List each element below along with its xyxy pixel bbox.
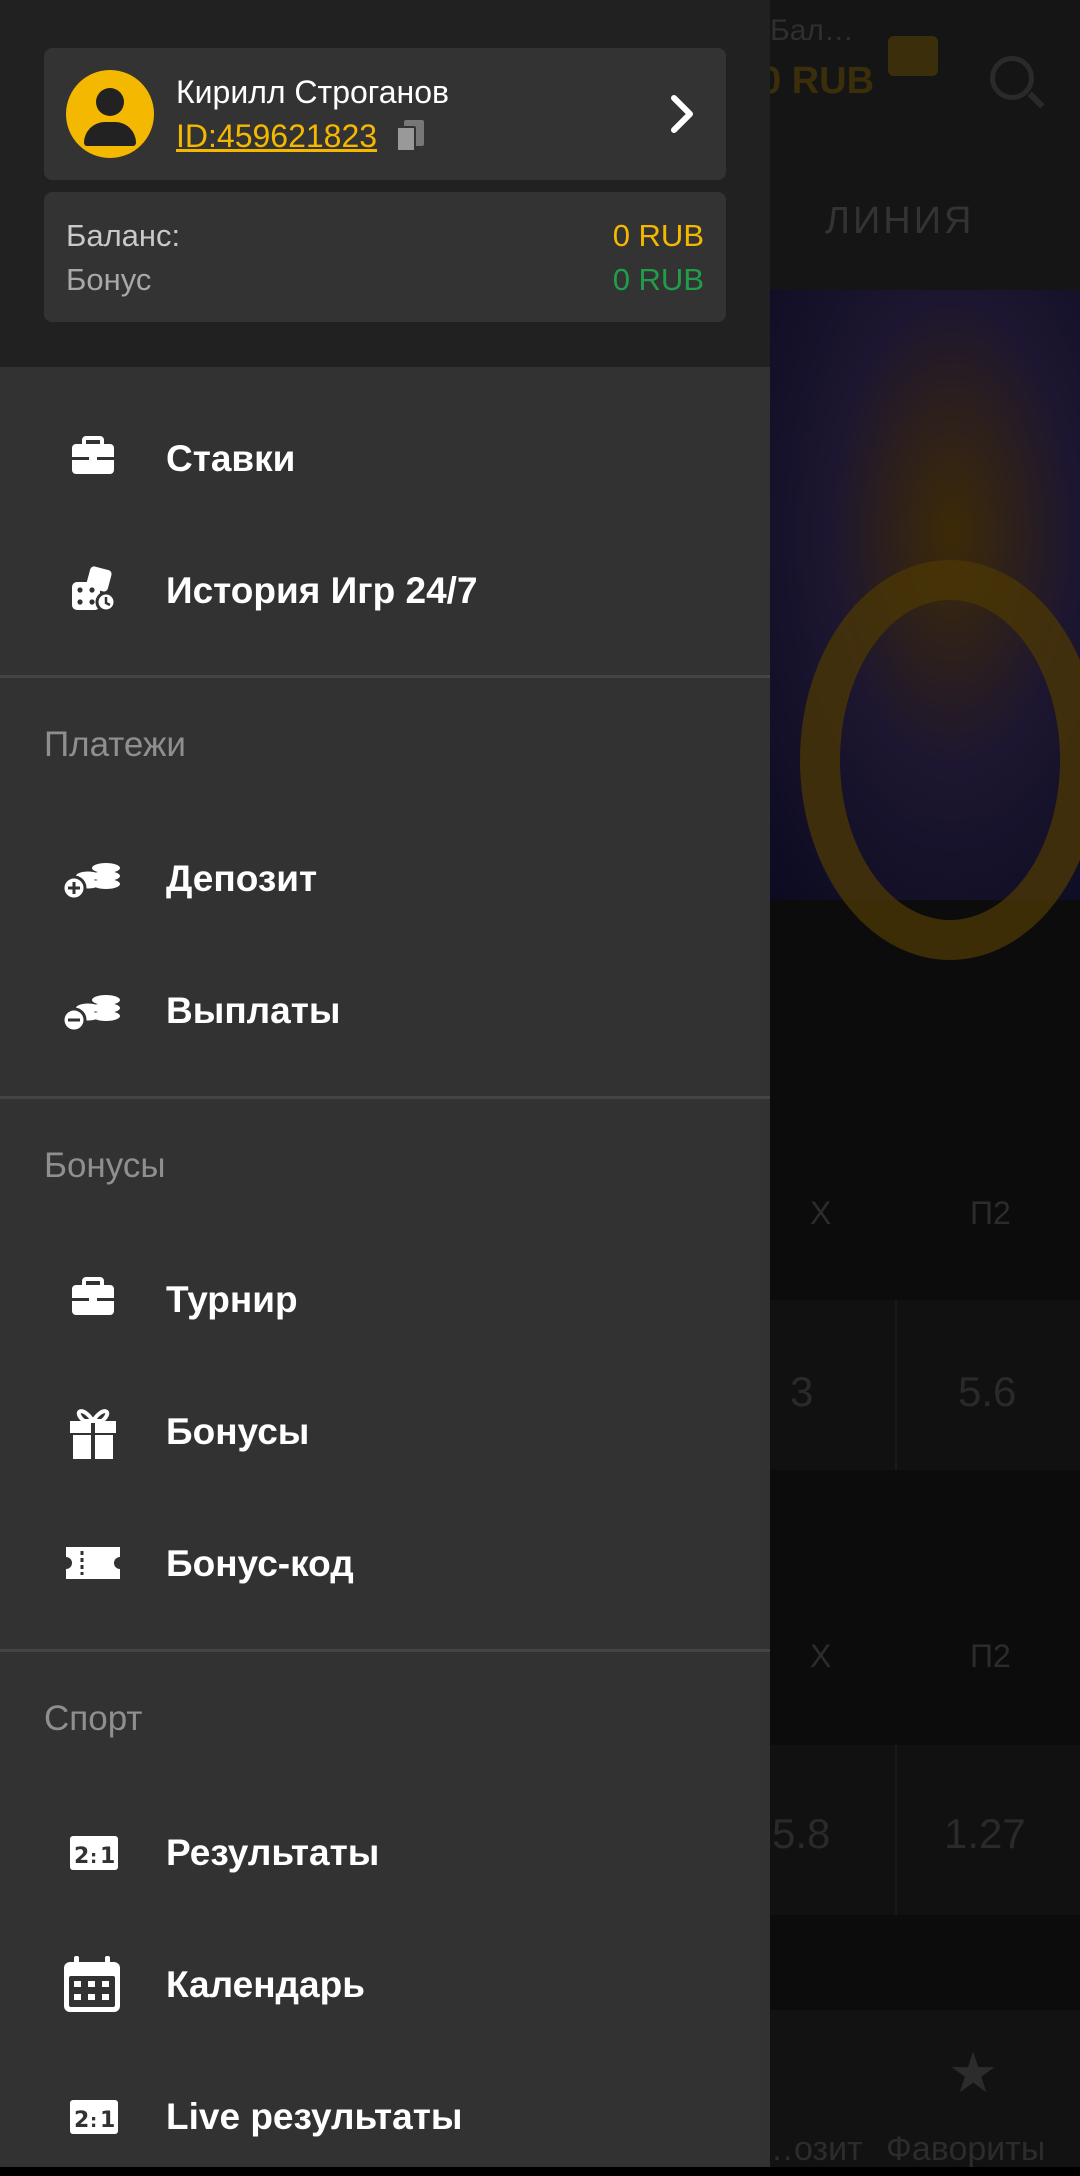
- chevron-right-icon[interactable]: [654, 86, 710, 142]
- navigation-drawer: Кирилл Строганов ID:459621823 Баланс: 0 …: [0, 0, 770, 2167]
- gift-icon: [70, 1409, 116, 1459]
- briefcase-icon: [72, 1277, 114, 1315]
- bg-odds-header: X: [810, 1195, 832, 1231]
- bg-balance-value: 0 RUB: [760, 60, 875, 102]
- avatar-icon: [66, 70, 154, 158]
- menu-item-games-history[interactable]: История Игр 24/7: [0, 530, 770, 650]
- scoreboard-icon: 2 : 1: [70, 2100, 118, 2134]
- bg-balance-label: Бал…: [770, 14, 854, 47]
- bg-odds-header: П2: [970, 1195, 1011, 1231]
- svg-text:1: 1: [100, 1844, 115, 1869]
- bg-odds-header: П2: [970, 1638, 1011, 1674]
- briefcase-icon: [72, 436, 114, 474]
- menu-item-payouts[interactable]: Выплаты: [0, 950, 770, 1070]
- menu-item-tournament[interactable]: Турнир: [0, 1239, 770, 1359]
- scoreboard-icon: 2 : 1: [70, 1836, 118, 1870]
- menu-item-label: Депозит: [166, 858, 318, 899]
- menu-item-bets[interactable]: Ставки: [0, 398, 770, 518]
- bg-bottom-nav-label: Фавориты: [886, 2130, 1046, 2168]
- dice-icon: [72, 566, 117, 613]
- section-title-bonuses: Бонусы: [44, 1146, 166, 1185]
- bg-odds-value: 3: [790, 1368, 814, 1415]
- coins-plus-icon: [61, 863, 120, 901]
- bg-banner-graphic: [800, 560, 1080, 960]
- divider: [0, 1649, 770, 1652]
- menu-item-label: Результаты: [166, 1832, 380, 1873]
- user-name: Кирилл Строганов: [176, 74, 450, 110]
- svg-text:2: 2: [74, 2108, 89, 2133]
- menu-item-label: Live результаты: [166, 2096, 463, 2137]
- menu-item-label: Бонус-код: [166, 1543, 354, 1584]
- balance-card: Баланс: 0 RUB Бонус 0 RUB: [44, 192, 726, 322]
- svg-text:1: 1: [100, 2108, 115, 2133]
- menu-item-label: Выплаты: [166, 990, 341, 1031]
- menu-item-bonus-code[interactable]: Бонус-код: [0, 1503, 770, 1623]
- search-icon: [990, 56, 1034, 100]
- bonus-label: Бонус: [66, 262, 152, 297]
- ticket-icon: [66, 1547, 120, 1579]
- bg-odds-value: 1.27: [944, 1810, 1026, 1857]
- user-id-link[interactable]: ID:459621823: [176, 118, 377, 155]
- copy-icon[interactable]: [396, 120, 426, 154]
- menu-item-calendar[interactable]: Календарь: [0, 1924, 770, 2044]
- svg-text::: :: [90, 1847, 97, 1868]
- balance-label: Баланс:: [66, 218, 181, 253]
- menu-item-live-results[interactable]: 2 : 1 Live результаты: [0, 2056, 770, 2176]
- drawer-header: Кирилл Строганов ID:459621823 Баланс: 0 …: [0, 0, 770, 367]
- bg-odds-header: X: [810, 1638, 832, 1674]
- calendar-icon: [64, 1956, 120, 2012]
- bg-odds-value: 5.8: [772, 1810, 831, 1857]
- bonus-value: 0 RUB: [612, 262, 704, 297]
- section-title-sport: Спорт: [44, 1699, 143, 1738]
- svg-text:2: 2: [74, 1844, 89, 1869]
- bg-tab-line: ЛИНИЯ: [825, 200, 975, 242]
- star-icon: ★: [948, 2041, 999, 2104]
- coins-minus-icon: [61, 995, 120, 1033]
- menu-item-label: Бонусы: [166, 1411, 310, 1452]
- menu-item-label: Календарь: [166, 1964, 365, 2005]
- menu-item-label: История Игр 24/7: [166, 570, 478, 611]
- menu-item-bonuses[interactable]: Бонусы: [0, 1371, 770, 1491]
- divider: [0, 1096, 770, 1099]
- menu-item-label: Ставки: [166, 438, 296, 479]
- bg-odds-value: 5.6: [958, 1368, 1017, 1415]
- divider: [0, 675, 770, 678]
- wallet-icon: [888, 36, 938, 76]
- bg-bottom-nav-label: …озит: [760, 2130, 863, 2168]
- profile-card[interactable]: Кирилл Строганов ID:459621823: [44, 48, 726, 180]
- menu-item-results[interactable]: 2 : 1 Результаты: [0, 1792, 770, 1912]
- menu-item-deposit[interactable]: Депозит: [0, 818, 770, 938]
- svg-text::: :: [90, 2111, 97, 2132]
- balance-value: 0 RUB: [612, 218, 704, 253]
- menu-item-label: Турнир: [166, 1279, 298, 1320]
- section-title-payments: Платежи: [44, 725, 186, 764]
